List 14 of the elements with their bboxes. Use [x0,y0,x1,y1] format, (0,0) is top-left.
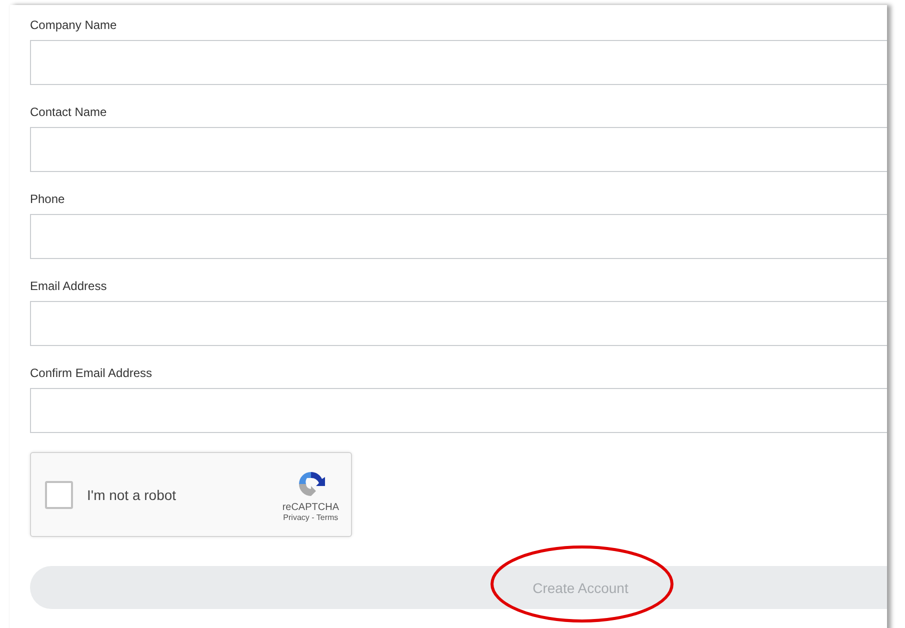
field-label: Confirm Email Address [30,365,154,381]
input-field[interactable] [30,127,887,172]
input-field[interactable] [30,388,887,433]
captcha-label: I'm not a robot [87,486,178,502]
field-label: Email Address [30,278,108,294]
checkbox[interactable] [45,480,73,508]
privacy-terms-link[interactable]: Privacy - Terms [283,512,338,522]
input-field[interactable] [30,40,887,85]
input-field[interactable] [30,301,887,346]
recaptcha-label: reCAPTCHA [282,502,339,512]
field-label: Contact Name [30,104,108,120]
field-label: Phone [30,191,66,207]
field-label: Company Name [30,17,118,33]
input-field[interactable] [30,214,887,259]
